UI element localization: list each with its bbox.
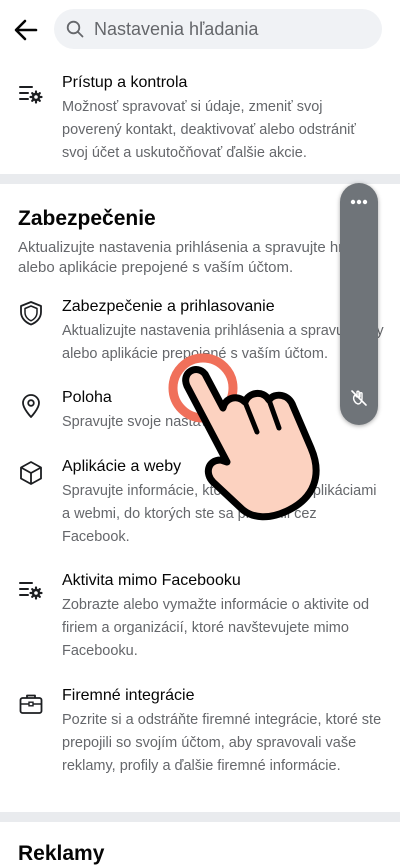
search-input[interactable]: Nastavenia hľadania [54,9,382,49]
search-placeholder: Nastavenia hľadania [94,19,259,39]
tap-gesture-icon [168,353,320,521]
settings-list-icon [19,86,43,104]
menu-item-access-control[interactable]: Prístup a kontrola Možnosť spravovať si … [0,74,400,169]
item-title: Zabezpečenie a prihlasovanie [62,298,275,315]
section-subtitle: Aktualizujte nastavenia prihlásenia a sp… [18,239,351,276]
more-options-icon[interactable] [348,195,370,209]
shield-icon [20,301,42,326]
item-description: Zobrazte alebo vymažte informácie o akti… [62,597,370,659]
settings-list-icon [19,582,43,600]
section-divider [0,812,400,822]
section-title: Zabezpečenie [18,207,156,230]
location-pin-icon [22,394,40,418]
floating-toolbar[interactable] [340,183,378,425]
item-title: Firemné integrácie [62,687,195,704]
item-title: Aplikácie a weby [62,458,182,475]
item-title: Aktivita mimo Facebooku [62,572,241,589]
item-description: Možnosť spravovať si údaje, zmeniť svoj … [62,99,356,161]
item-description: Pozrite si a odstráňte firemné integráci… [62,712,382,774]
menu-item-off-facebook-activity[interactable]: Aktivita mimo Facebooku Zobrazte alebo v… [0,572,400,664]
briefcase-icon [19,694,43,714]
section-divider [0,174,400,184]
menu-item-business-integrations[interactable]: Firemné integrácie Pozrite si a odstráňt… [0,687,400,802]
top-bar: Nastavenia hľadania [0,0,400,58]
cube-icon [20,461,42,485]
next-section-title: Reklamy [18,842,105,865]
back-arrow-icon[interactable] [12,16,40,44]
disabled-gesture-icon[interactable] [349,388,369,408]
item-title: Poloha [62,389,112,406]
search-icon [66,20,84,38]
item-title: Prístup a kontrola [62,74,188,91]
